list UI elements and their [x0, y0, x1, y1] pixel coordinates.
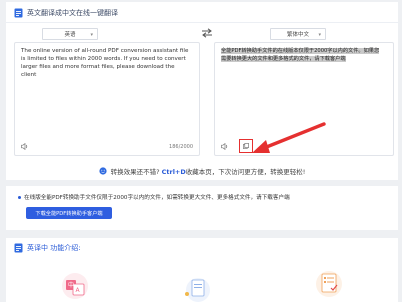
- copy-icon[interactable]: [243, 143, 249, 149]
- promo-text: 在线版全能PDF转换助手文件仅限于2000字以内的文件，如需转换更大文件、更多格…: [18, 193, 290, 201]
- translator-card: 英文翻译成中文在线一键翻译 英语 ▾ 繁体中文 ▾ The online ver…: [6, 2, 398, 180]
- source-language-select[interactable]: 英语 ▾: [42, 28, 98, 40]
- target-language-label: 繁体中文: [286, 32, 309, 38]
- checklist-feature-icon: [316, 271, 342, 297]
- source-language-label: 英语: [64, 32, 76, 38]
- speaker-icon[interactable]: [221, 143, 229, 150]
- hint-suffix: 收藏本页，下次访问更方便，转换更轻松!: [185, 168, 306, 176]
- feature-intro-card: 英译中 功能介绍: 中 A: [6, 238, 398, 302]
- bookmark-hint: 转换效果还不错? Ctrl+D收藏本页，下次访问更方便，转换更轻松!: [6, 164, 398, 178]
- header-divider: [6, 22, 398, 23]
- document-icon: [14, 243, 23, 253]
- source-text-pane[interactable]: The online version of all-round PDF conv…: [14, 42, 200, 156]
- swap-languages-icon[interactable]: [201, 28, 213, 38]
- character-count: 186/2000: [169, 144, 193, 150]
- translated-text: 全能PDF转换助手文件的在线版本仅限于2000字以内的文件。如果您需要转换更大的…: [221, 47, 381, 63]
- translate-feature-icon: 中 A: [62, 273, 88, 299]
- intro-title: 英译中 功能介绍:: [27, 244, 81, 252]
- smile-icon: [98, 167, 107, 175]
- hint-prefix: 转换效果还不错?: [110, 168, 160, 176]
- hint-shortcut: Ctrl+D: [161, 168, 186, 176]
- chevron-down-icon: ▾: [90, 32, 93, 38]
- speaker-icon[interactable]: [21, 143, 29, 150]
- page: 英文翻译成中文在线一键翻译 英语 ▾ 繁体中文 ▾ The online ver…: [0, 0, 402, 302]
- intro-title-row: 英译中 功能介绍:: [14, 242, 81, 254]
- chevron-down-icon: ▾: [318, 32, 321, 38]
- page-title-row: 英文翻译成中文在线一键翻译: [14, 6, 118, 20]
- copy-button-highlight[interactable]: [239, 139, 253, 153]
- source-textarea[interactable]: The online version of all-round PDF conv…: [21, 47, 191, 79]
- target-text-pane: 全能PDF转换助手文件的在线版本仅限于2000字以内的文件。如果您需要转换更大的…: [214, 42, 394, 156]
- target-language-select[interactable]: 繁体中文 ▾: [270, 28, 326, 40]
- download-client-button[interactable]: 下载全能PDF转换助手客户端: [26, 207, 112, 219]
- page-title: 英文翻译成中文在线一键翻译: [27, 9, 118, 17]
- download-promo-card: 在线版全能PDF转换助手文件仅限于2000字以内的文件，如需转换更大文件、更多格…: [6, 186, 398, 230]
- svg-text:中: 中: [68, 281, 74, 289]
- translated-text-selection[interactable]: 全能PDF转换助手文件的在线版本仅限于2000字以内的文件。如果您需要转换更大的…: [221, 48, 380, 62]
- document-feature-icon: [185, 278, 210, 302]
- document-icon: [14, 8, 23, 18]
- hint-text: 转换效果还不错? Ctrl+D收藏本页，下次访问更方便，转换更轻松!: [111, 166, 306, 176]
